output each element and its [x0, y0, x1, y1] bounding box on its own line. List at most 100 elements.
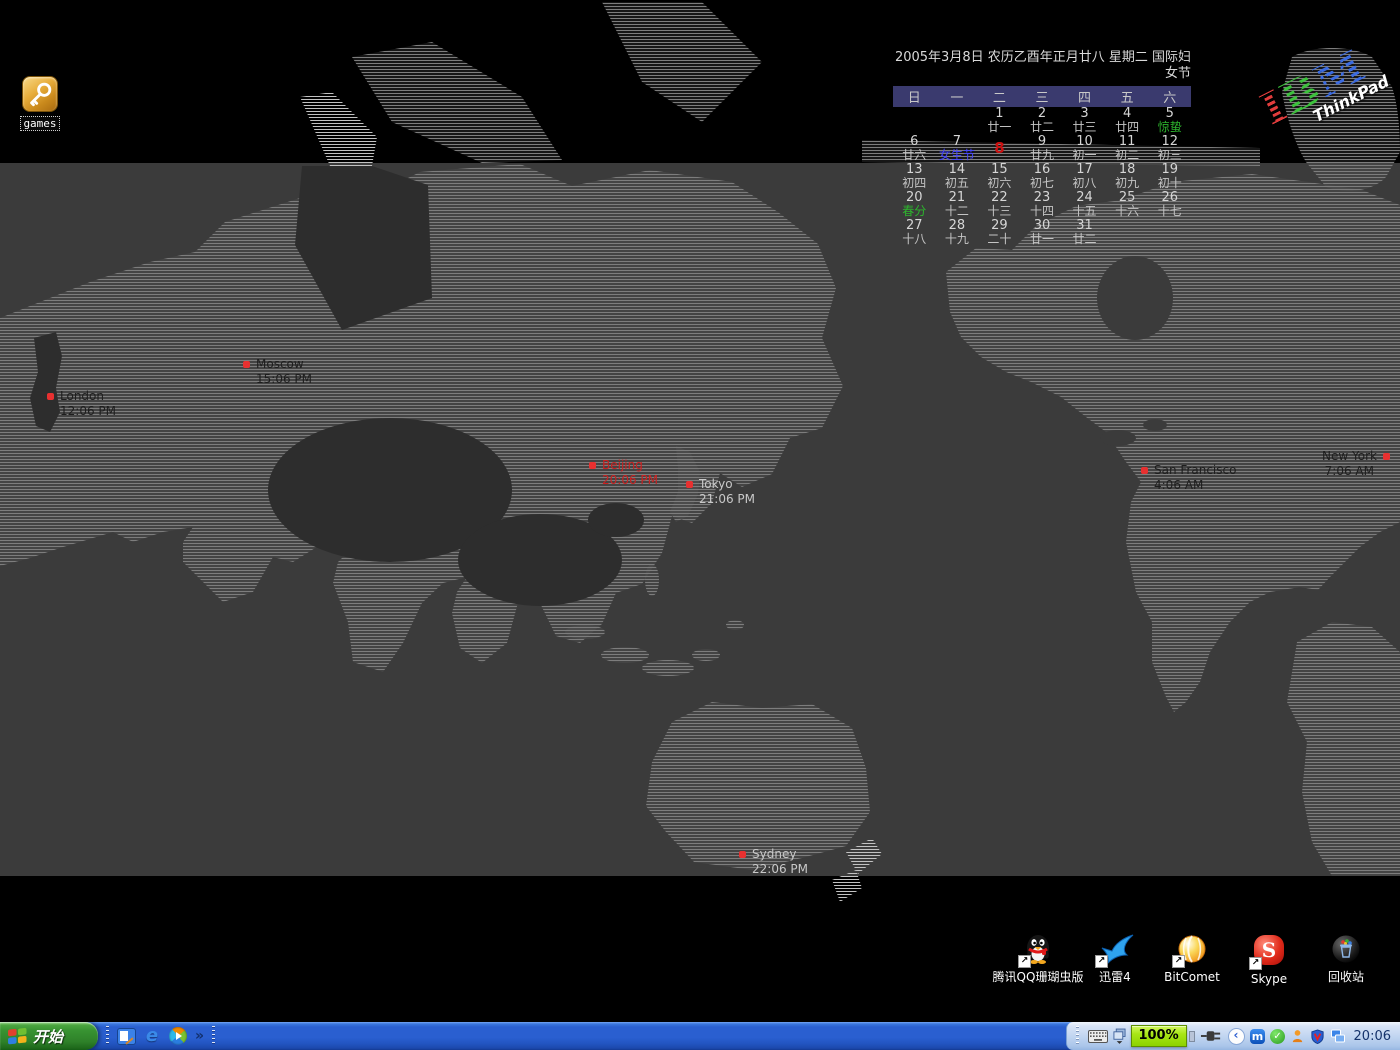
city-time: 22:06 PM: [752, 862, 808, 877]
city-name: Sydney: [752, 847, 796, 862]
ac-power-plug-icon[interactable]: [1200, 1029, 1223, 1043]
calendar-day-30: 30廿一: [1021, 219, 1064, 247]
calendar-week-row: 6廿六7女生节89廿九10初一11初二12初三: [893, 135, 1191, 163]
city-time: 4:06 AM: [1154, 478, 1236, 493]
calendar-lunar-label: 初五: [936, 177, 979, 190]
calendar-lunar-label: 初九: [1106, 177, 1149, 190]
calendar-weekday: 五: [1106, 87, 1149, 106]
calendar-day-1: 1廿一: [978, 107, 1021, 135]
calendar-lunar-label: 廿一: [1021, 233, 1064, 246]
calendar-day-number: 11: [1106, 135, 1149, 149]
calendar-lunar-label: 十五: [1063, 205, 1106, 218]
city-label-moscow: Moscow15:06 PM: [243, 357, 312, 387]
calendar-day-number: 30: [1021, 219, 1064, 233]
calendar-day-24: 24十五: [1063, 191, 1106, 219]
calendar-lunar-label: 初七: [1021, 177, 1064, 190]
calendar-weekday: 四: [1063, 87, 1106, 106]
calendar-lunar-label: 初八: [1063, 177, 1106, 190]
input-toolbar-icon[interactable]: [1113, 1028, 1126, 1044]
recycle-icon: [1328, 933, 1364, 967]
calendar-day-number: 17: [1063, 163, 1106, 177]
desktop: London12:06 PMMoscow15:06 PMBeijing20:06…: [0, 0, 1400, 1022]
quicklaunch-media-player-icon[interactable]: [168, 1026, 188, 1046]
calendar-day-6: 6廿六: [893, 135, 936, 163]
quicklaunch-internet-explorer-icon[interactable]: e: [142, 1026, 162, 1046]
keyboard-input-icon[interactable]: [1088, 1030, 1108, 1043]
shortcut-arrow-icon: ↗: [1249, 957, 1262, 970]
calendar-weekday: 六: [1148, 87, 1191, 106]
calendar-lunar-label: 春分: [893, 205, 936, 218]
calendar-today-number: 8: [978, 135, 1021, 161]
lunar-calendar: 2005年3月8日 农历乙酉年正月廿八 星期二 国际妇女节 日一二三四五六 1廿…: [893, 50, 1191, 247]
calendar-lunar-label: 廿二: [1063, 233, 1106, 246]
calendar-lunar-label: 十九: [936, 233, 979, 246]
calendar-weekday: 一: [936, 87, 979, 106]
calendar-day-number: 18: [1106, 163, 1149, 177]
tray-messenger-person-icon[interactable]: [1290, 1028, 1306, 1044]
calendar-day-number: 20: [893, 191, 936, 205]
games-icon-label: games: [20, 116, 59, 131]
calendar-day-number: 16: [1021, 163, 1064, 177]
calendar-day-number: 10: [1063, 135, 1106, 149]
calendar-day-18: 18初九: [1106, 163, 1149, 191]
calendar-day-number: 28: [936, 219, 979, 233]
calendar-day-number: 31: [1063, 219, 1106, 233]
quicklaunch-drag-handle[interactable]: [106, 1026, 109, 1046]
calendar-day-number: 29: [978, 219, 1021, 233]
city-name: Tokyo: [699, 477, 733, 492]
taskbar-clock[interactable]: 20:06: [1354, 1029, 1391, 1044]
calendar-day-31: 31廿二: [1063, 219, 1106, 247]
calendar-grid: 1廿一2 廿二 3廿三4廿四5惊蛰6廿六7女生节89廿九10初一11初二12初三 1 3…: [893, 107, 1191, 247]
tray-antivirus-check-icon[interactable]: ✓: [1270, 1028, 1286, 1044]
calendar-day-3: 3廿三: [1063, 107, 1106, 135]
calendar-day-5: 5惊蛰: [1148, 107, 1191, 135]
windows-flag-icon: [7, 1027, 28, 1045]
tray-network-icon[interactable]: [1330, 1028, 1346, 1044]
tray-maxthon-icon[interactable]: m: [1250, 1028, 1266, 1044]
city-marker: [686, 481, 693, 488]
calendar-day-number: 12: [1148, 135, 1191, 149]
desktop-icon-recycle[interactable]: 回收站: [1300, 933, 1392, 985]
calendar-day-16: 16初七: [1021, 163, 1064, 191]
calendar-day-number: 23: [1021, 191, 1064, 205]
calendar-lunar-label: 十三: [978, 205, 1021, 218]
calendar-day-23: 23十四: [1021, 191, 1064, 219]
battery-indicator[interactable]: 100%: [1131, 1025, 1187, 1047]
calendar-day-number: 6: [893, 135, 936, 149]
city-name: Moscow: [256, 357, 304, 372]
calendar-day-number: 4: [1106, 107, 1149, 121]
shortcut-arrow-icon: ↗: [1095, 955, 1108, 968]
key-icon: [22, 76, 58, 112]
taskbar-drag-handle[interactable]: [212, 1026, 215, 1046]
shortcut-arrow-icon: ↗: [1018, 955, 1031, 968]
quicklaunch-show-desktop-icon[interactable]: [116, 1026, 136, 1046]
battery-nub: [1189, 1031, 1195, 1042]
hide-tray-icons-chevron[interactable]: ‹: [1228, 1028, 1245, 1045]
calendar-day-27: 27十八: [893, 219, 936, 247]
calendar-weekday: 日: [893, 87, 936, 106]
calendar-lunar-label: 初三: [1148, 149, 1191, 162]
calendar-day-7: 7女生节: [936, 135, 979, 163]
tray-drag-handle[interactable]: [1076, 1026, 1079, 1046]
calendar-empty-cell: [936, 107, 979, 135]
calendar-lunar-label: 初二: [1106, 149, 1149, 162]
city-label-beijing: Beijing20:06 PM: [589, 458, 658, 488]
calendar-day-number: 1: [978, 107, 1021, 121]
quicklaunch-overflow-chevron[interactable]: »: [195, 1028, 204, 1044]
desktop-icon-games[interactable]: games: [18, 76, 62, 131]
city-label-san-francisco: San Francisco4:06 AM: [1141, 463, 1236, 493]
city-time: 21:06 PM: [699, 492, 755, 507]
calendar-day-22: 22十三: [978, 191, 1021, 219]
calendar-day-number: 2: [1021, 107, 1064, 121]
start-button[interactable]: 开始: [0, 1022, 98, 1050]
calendar-day-9: 9廿九: [1021, 135, 1064, 163]
calendar-day-number: 24: [1063, 191, 1106, 205]
tray-shield-v-icon[interactable]: [1310, 1028, 1326, 1044]
calendar-lunar-label: 廿四: [1106, 121, 1149, 134]
city-name: Beijing: [602, 458, 643, 473]
calendar-day-number: 25: [1106, 191, 1149, 205]
city-name: New York: [1322, 449, 1377, 464]
city-time: 7:06 AM: [1322, 464, 1374, 479]
calendar-lunar-label: 初十: [1148, 177, 1191, 190]
calendar-day-17: 17初八: [1063, 163, 1106, 191]
